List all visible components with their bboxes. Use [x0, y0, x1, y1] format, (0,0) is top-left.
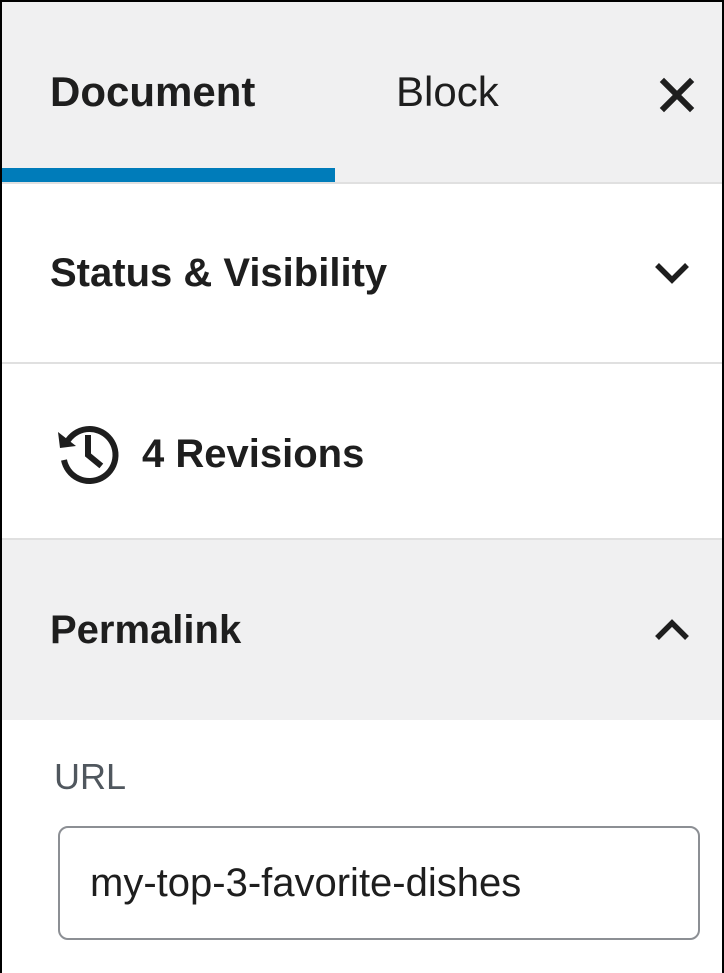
tab-block[interactable]: Block	[396, 2, 499, 182]
tab-document-label: Document	[50, 68, 256, 115]
chevron-down-icon	[652, 253, 692, 293]
url-input[interactable]	[58, 826, 700, 940]
close-icon	[659, 77, 695, 113]
history-icon	[58, 426, 119, 484]
close-button[interactable]	[652, 70, 702, 120]
status-visibility-toggle[interactable]: Status & Visibility	[2, 184, 722, 362]
status-visibility-title: Status & Visibility	[50, 250, 388, 295]
url-label: URL	[54, 756, 127, 797]
revisions-panel: 4 Revisions	[2, 364, 722, 540]
active-tab-indicator	[2, 168, 335, 182]
sidebar-tabs: Document Block	[2, 2, 722, 184]
tab-document[interactable]: Document	[50, 2, 255, 182]
permalink-panel: Permalink URL	[2, 540, 722, 973]
status-visibility-panel: Status & Visibility	[2, 184, 722, 364]
permalink-title: Permalink	[50, 607, 242, 652]
revisions-link[interactable]: 4 Revisions	[54, 420, 364, 488]
tab-block-label: Block	[396, 68, 499, 115]
chevron-up-icon	[652, 610, 692, 650]
revisions-label: 4 Revisions	[142, 431, 365, 476]
document-settings-sidebar: Document Block Status & Visibility 4 Rev…	[0, 0, 724, 973]
permalink-toggle[interactable]: Permalink	[2, 540, 722, 720]
